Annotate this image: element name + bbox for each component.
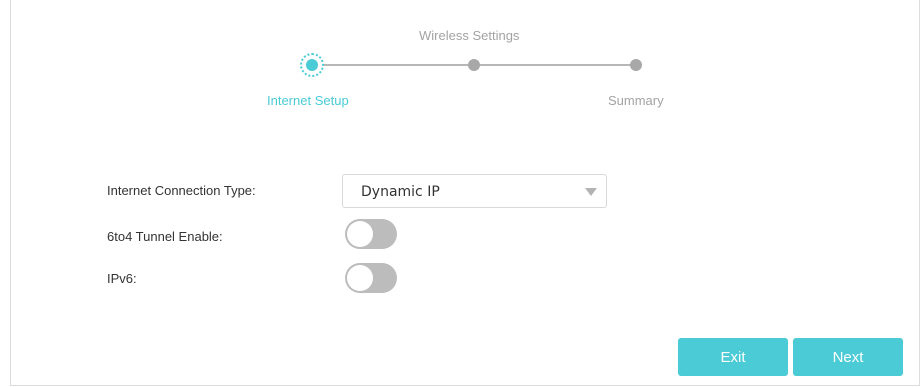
dropdown-arrow-icon	[585, 188, 597, 196]
step-connector-2	[476, 64, 636, 66]
connection-type-value: Dynamic IP	[361, 184, 440, 200]
step-label-summary: Summary	[608, 93, 664, 108]
toggle-knob	[347, 265, 373, 291]
progress-stepper: Wireless Settings Internet Setup Summary	[0, 0, 922, 120]
step-dot-wireless-settings	[468, 59, 480, 71]
step-dot-internet-setup	[300, 53, 324, 77]
next-button[interactable]: Next	[793, 338, 903, 376]
tunnel-enable-toggle[interactable]	[345, 219, 397, 249]
ipv6-toggle[interactable]	[345, 263, 397, 293]
step-label-internet-setup: Internet Setup	[267, 93, 349, 108]
connection-type-label: Internet Connection Type:	[107, 183, 256, 198]
step-connector-1	[316, 64, 472, 66]
ipv6-label: IPv6:	[107, 271, 137, 286]
step-dot-summary	[630, 59, 642, 71]
tunnel-enable-label: 6to4 Tunnel Enable:	[107, 229, 223, 244]
step-label-wireless-settings: Wireless Settings	[419, 28, 520, 43]
exit-button[interactable]: Exit	[678, 338, 788, 376]
connection-type-select[interactable]: Dynamic IP	[342, 174, 607, 208]
toggle-knob	[347, 221, 373, 247]
